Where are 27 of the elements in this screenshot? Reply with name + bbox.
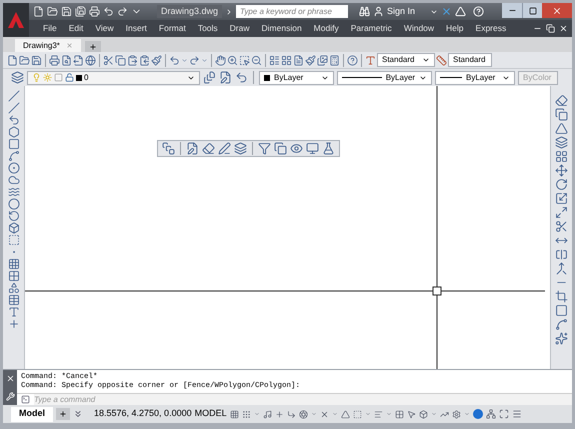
lineweight-dropdown[interactable]: ByLayer: [435, 70, 515, 84]
menu-item[interactable]: Modify: [308, 22, 345, 35]
menu-item[interactable]: Express: [470, 22, 512, 35]
menu-item[interactable]: Dimension: [256, 22, 308, 35]
menu-item[interactable]: Draw: [224, 22, 256, 35]
search-field[interactable]: Type a keyword or phrase: [236, 5, 348, 18]
menu-item[interactable]: Insert: [120, 22, 153, 35]
layout-tab[interactable]: Model: [11, 406, 53, 422]
menu-item[interactable]: File: [37, 22, 63, 35]
sign-in-link[interactable]: Sign In: [387, 4, 416, 18]
menu-item[interactable]: Help: [440, 22, 470, 35]
menu-item[interactable]: Edit: [62, 22, 90, 35]
menu-item[interactable]: Format: [152, 22, 192, 35]
text-style-dropdown[interactable]: Standard: [377, 53, 435, 67]
command-line-field[interactable]: Type a command: [34, 394, 572, 405]
menu-item[interactable]: Parametric: [344, 22, 398, 35]
space-toggle[interactable]: MODEL: [194, 407, 227, 421]
document-tab[interactable]: Drawing3*: [15, 39, 81, 52]
coordinates: 18.5576, 4.2750, 0.0000: [94, 407, 192, 420]
layer-dropdown[interactable]: 0: [27, 70, 200, 84]
linetype-dropdown[interactable]: ByLayer: [337, 70, 432, 84]
menu-item[interactable]: Tools: [192, 22, 224, 35]
menu-item[interactable]: Window: [398, 22, 440, 35]
document-title: Drawing3.dwg: [157, 4, 222, 18]
color-dropdown[interactable]: ByLayer: [259, 70, 334, 84]
dimension-style-dropdown[interactable]: Standard: [448, 53, 492, 67]
menu-item[interactable]: View: [89, 22, 120, 35]
